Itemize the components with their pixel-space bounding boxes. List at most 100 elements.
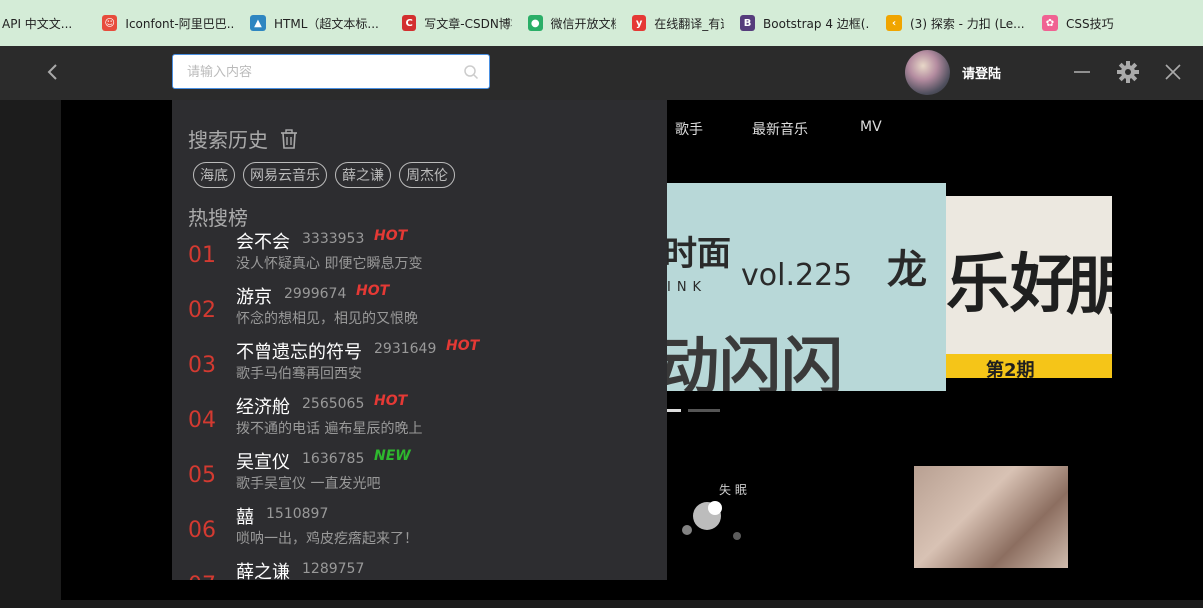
minimize-button[interactable] xyxy=(1070,60,1094,84)
footer-strip xyxy=(0,600,1203,608)
trash-icon[interactable] xyxy=(280,129,298,149)
hot-score: 2565065 xyxy=(302,396,365,412)
hot-song-name: 不曾遗忘的符号 xyxy=(236,342,362,363)
hot-rank: 01 xyxy=(188,243,216,268)
hot-badge: HOT xyxy=(374,228,408,244)
tab-new-music[interactable]: 最新音乐 xyxy=(752,119,808,139)
bookmarks-bar: API 中文文... ☺ Iconfont-阿里巴巴... ▲ HTML（超文本标...… xyxy=(0,0,1203,46)
hot-song-desc: 歌手吴宣仪 一直发光吧 xyxy=(236,476,381,492)
hot-rank: 07 xyxy=(188,573,216,580)
search-input[interactable] xyxy=(187,62,457,82)
hot-song-name: 游京 xyxy=(236,287,272,308)
search-history-tags: 海底 网易云音乐 薛之谦 周杰伦 xyxy=(193,162,455,188)
hot-search-item[interactable]: 04 经济舱 2565065 HOT 拨不通的电话 遍布星辰的晚上 xyxy=(188,393,648,448)
history-tag[interactable]: 网易云音乐 xyxy=(243,162,327,188)
bookmark-item[interactable]: ✿ CSS技巧 xyxy=(1034,0,1124,46)
hot-song-name: 吴宣仪 xyxy=(236,452,290,473)
playlist-thumbnail[interactable] xyxy=(914,466,1068,568)
bookmark-label: (3) 探索 - 力扣 (Le... xyxy=(910,16,1025,31)
sidebar xyxy=(0,100,61,608)
leetcode-icon: ‹ xyxy=(886,15,902,31)
wechat-icon: ● xyxy=(528,15,543,31)
hot-search-item[interactable]: 01 会不会 3333953 HOT 没人怀疑真心 即便它瞬息万变 xyxy=(188,228,648,283)
bookmark-item[interactable]: y 在线翻译_有道 xyxy=(624,0,732,46)
settings-button[interactable] xyxy=(1116,60,1140,84)
bookmark-label: 微信开放文档 xyxy=(550,16,616,31)
search-history-title: 搜索历史 xyxy=(188,124,298,153)
iconfont-icon: ☺ xyxy=(102,15,118,31)
hot-search-item[interactable]: 02 游京 2999674 HOT 怀念的想相见，相见的又恨晚 xyxy=(188,283,648,338)
banner-slide-next[interactable]: 乐好 朋 第2期 xyxy=(946,196,1112,378)
close-button[interactable] xyxy=(1161,60,1185,84)
banner-vol: vol.225 xyxy=(741,258,852,293)
banner-text-2: INK xyxy=(667,280,707,295)
svg-text:乐好: 乐好 xyxy=(946,248,1074,322)
hot-score: 1636785 xyxy=(302,451,365,467)
login-link[interactable]: 请登陆 xyxy=(962,63,1001,82)
minimize-icon xyxy=(1074,71,1090,73)
hot-badge: HOT xyxy=(356,283,390,299)
youdao-icon: y xyxy=(632,15,647,31)
hot-song-desc: 怀念的想相见，相见的又恨晚 xyxy=(236,311,418,327)
bookmark-item[interactable]: ▲ HTML（超文本标... xyxy=(242,0,394,46)
banner-big-text: 动闪闪 xyxy=(667,330,843,391)
bookmark-item[interactable]: ‹ (3) 探索 - 力扣 (Le... xyxy=(878,0,1034,46)
hot-song-desc: 拨不通的电话 遍布星辰的晚上 xyxy=(236,421,423,437)
bookmark-label: API 中文文... xyxy=(2,16,73,31)
banner-art: 时面 INK vol.225 龙 动闪闪 xyxy=(667,183,946,391)
history-tag[interactable]: 海底 xyxy=(193,162,235,188)
carousel-dot[interactable] xyxy=(688,409,720,412)
hot-badge: HOT xyxy=(374,393,408,409)
hot-song-name: 薛之谦 xyxy=(236,562,290,580)
search-box[interactable] xyxy=(172,54,490,89)
bookmark-item[interactable]: ● 微信开放文档 xyxy=(520,0,624,46)
bookmark-label: 在线翻译_有道 xyxy=(654,16,724,31)
hot-score: 2999674 xyxy=(284,286,347,302)
back-button[interactable] xyxy=(40,58,64,86)
svg-text:龙: 龙 xyxy=(887,247,927,293)
hot-rank: 02 xyxy=(188,298,216,323)
bookmark-item[interactable]: B Bootstrap 4 边框(... xyxy=(732,0,878,46)
hot-score: 1510897 xyxy=(266,506,329,522)
hot-search-item[interactable]: 07 薛之谦 1289757 xyxy=(188,558,648,580)
flower-icon: ✿ xyxy=(1042,15,1058,31)
hot-rank: 03 xyxy=(188,353,216,378)
banner-slide[interactable]: 时面 INK vol.225 龙 动闪闪 xyxy=(667,183,946,391)
close-icon xyxy=(1165,64,1181,80)
search-icon[interactable] xyxy=(463,64,479,80)
gear-icon xyxy=(1117,61,1139,83)
history-tag[interactable]: 薛之谦 xyxy=(335,162,391,188)
mortarboard-icon: ▲ xyxy=(250,15,266,31)
chevron-left-icon xyxy=(47,64,57,80)
hot-song-name: 囍 xyxy=(236,507,254,528)
thumbnail-text: 失 眠 xyxy=(719,482,747,497)
hot-score: 2931649 xyxy=(374,341,437,357)
history-tag[interactable]: 周杰伦 xyxy=(399,162,455,188)
hot-search-title: 热搜榜 xyxy=(188,206,248,230)
hot-score: 1289757 xyxy=(302,561,365,577)
carousel-dot-active[interactable] xyxy=(667,409,681,412)
tab-mv[interactable]: MV xyxy=(860,119,882,135)
playlist-thumbnail[interactable]: 失 眠 xyxy=(667,466,837,568)
banner-text-1: 时面 xyxy=(667,234,731,274)
hot-rank: 05 xyxy=(188,463,216,488)
banner-b-text: 朋 xyxy=(1066,250,1112,324)
bookmark-label: HTML（超文本标... xyxy=(274,16,379,31)
hot-score: 3333953 xyxy=(302,231,365,247)
avatar[interactable] xyxy=(905,50,950,95)
bookmark-item[interactable]: C 写文章-CSDN博客 xyxy=(394,0,520,46)
hot-song-name: 会不会 xyxy=(236,232,290,253)
hot-song-desc: 歌手马伯骞再回西安 xyxy=(236,366,362,382)
hot-rank: 04 xyxy=(188,408,216,433)
bookmark-item[interactable]: ☺ Iconfont-阿里巴巴... xyxy=(94,0,242,46)
bookmark-label: Bootstrap 4 边框(... xyxy=(763,16,870,31)
hot-badge: HOT xyxy=(446,338,480,354)
hot-search-item[interactable]: 03 不曾遗忘的符号 2931649 HOT 歌手马伯骞再回西安 xyxy=(188,338,648,393)
hot-search-item[interactable]: 06 囍 1510897 唢呐一出，鸡皮疙瘩起来了！ xyxy=(188,503,648,558)
bookmark-item[interactable]: API 中文文... xyxy=(2,0,94,46)
csdn-icon: C xyxy=(402,15,417,31)
tab-singer[interactable]: 歌手 xyxy=(675,119,703,139)
svg-text:第2期: 第2期 xyxy=(986,359,1035,378)
hot-song-desc: 没人怀疑真心 即便它瞬息万变 xyxy=(236,256,423,272)
hot-search-item[interactable]: 05 吴宣仪 1636785 NEW 歌手吴宣仪 一直发光吧 xyxy=(188,448,648,503)
